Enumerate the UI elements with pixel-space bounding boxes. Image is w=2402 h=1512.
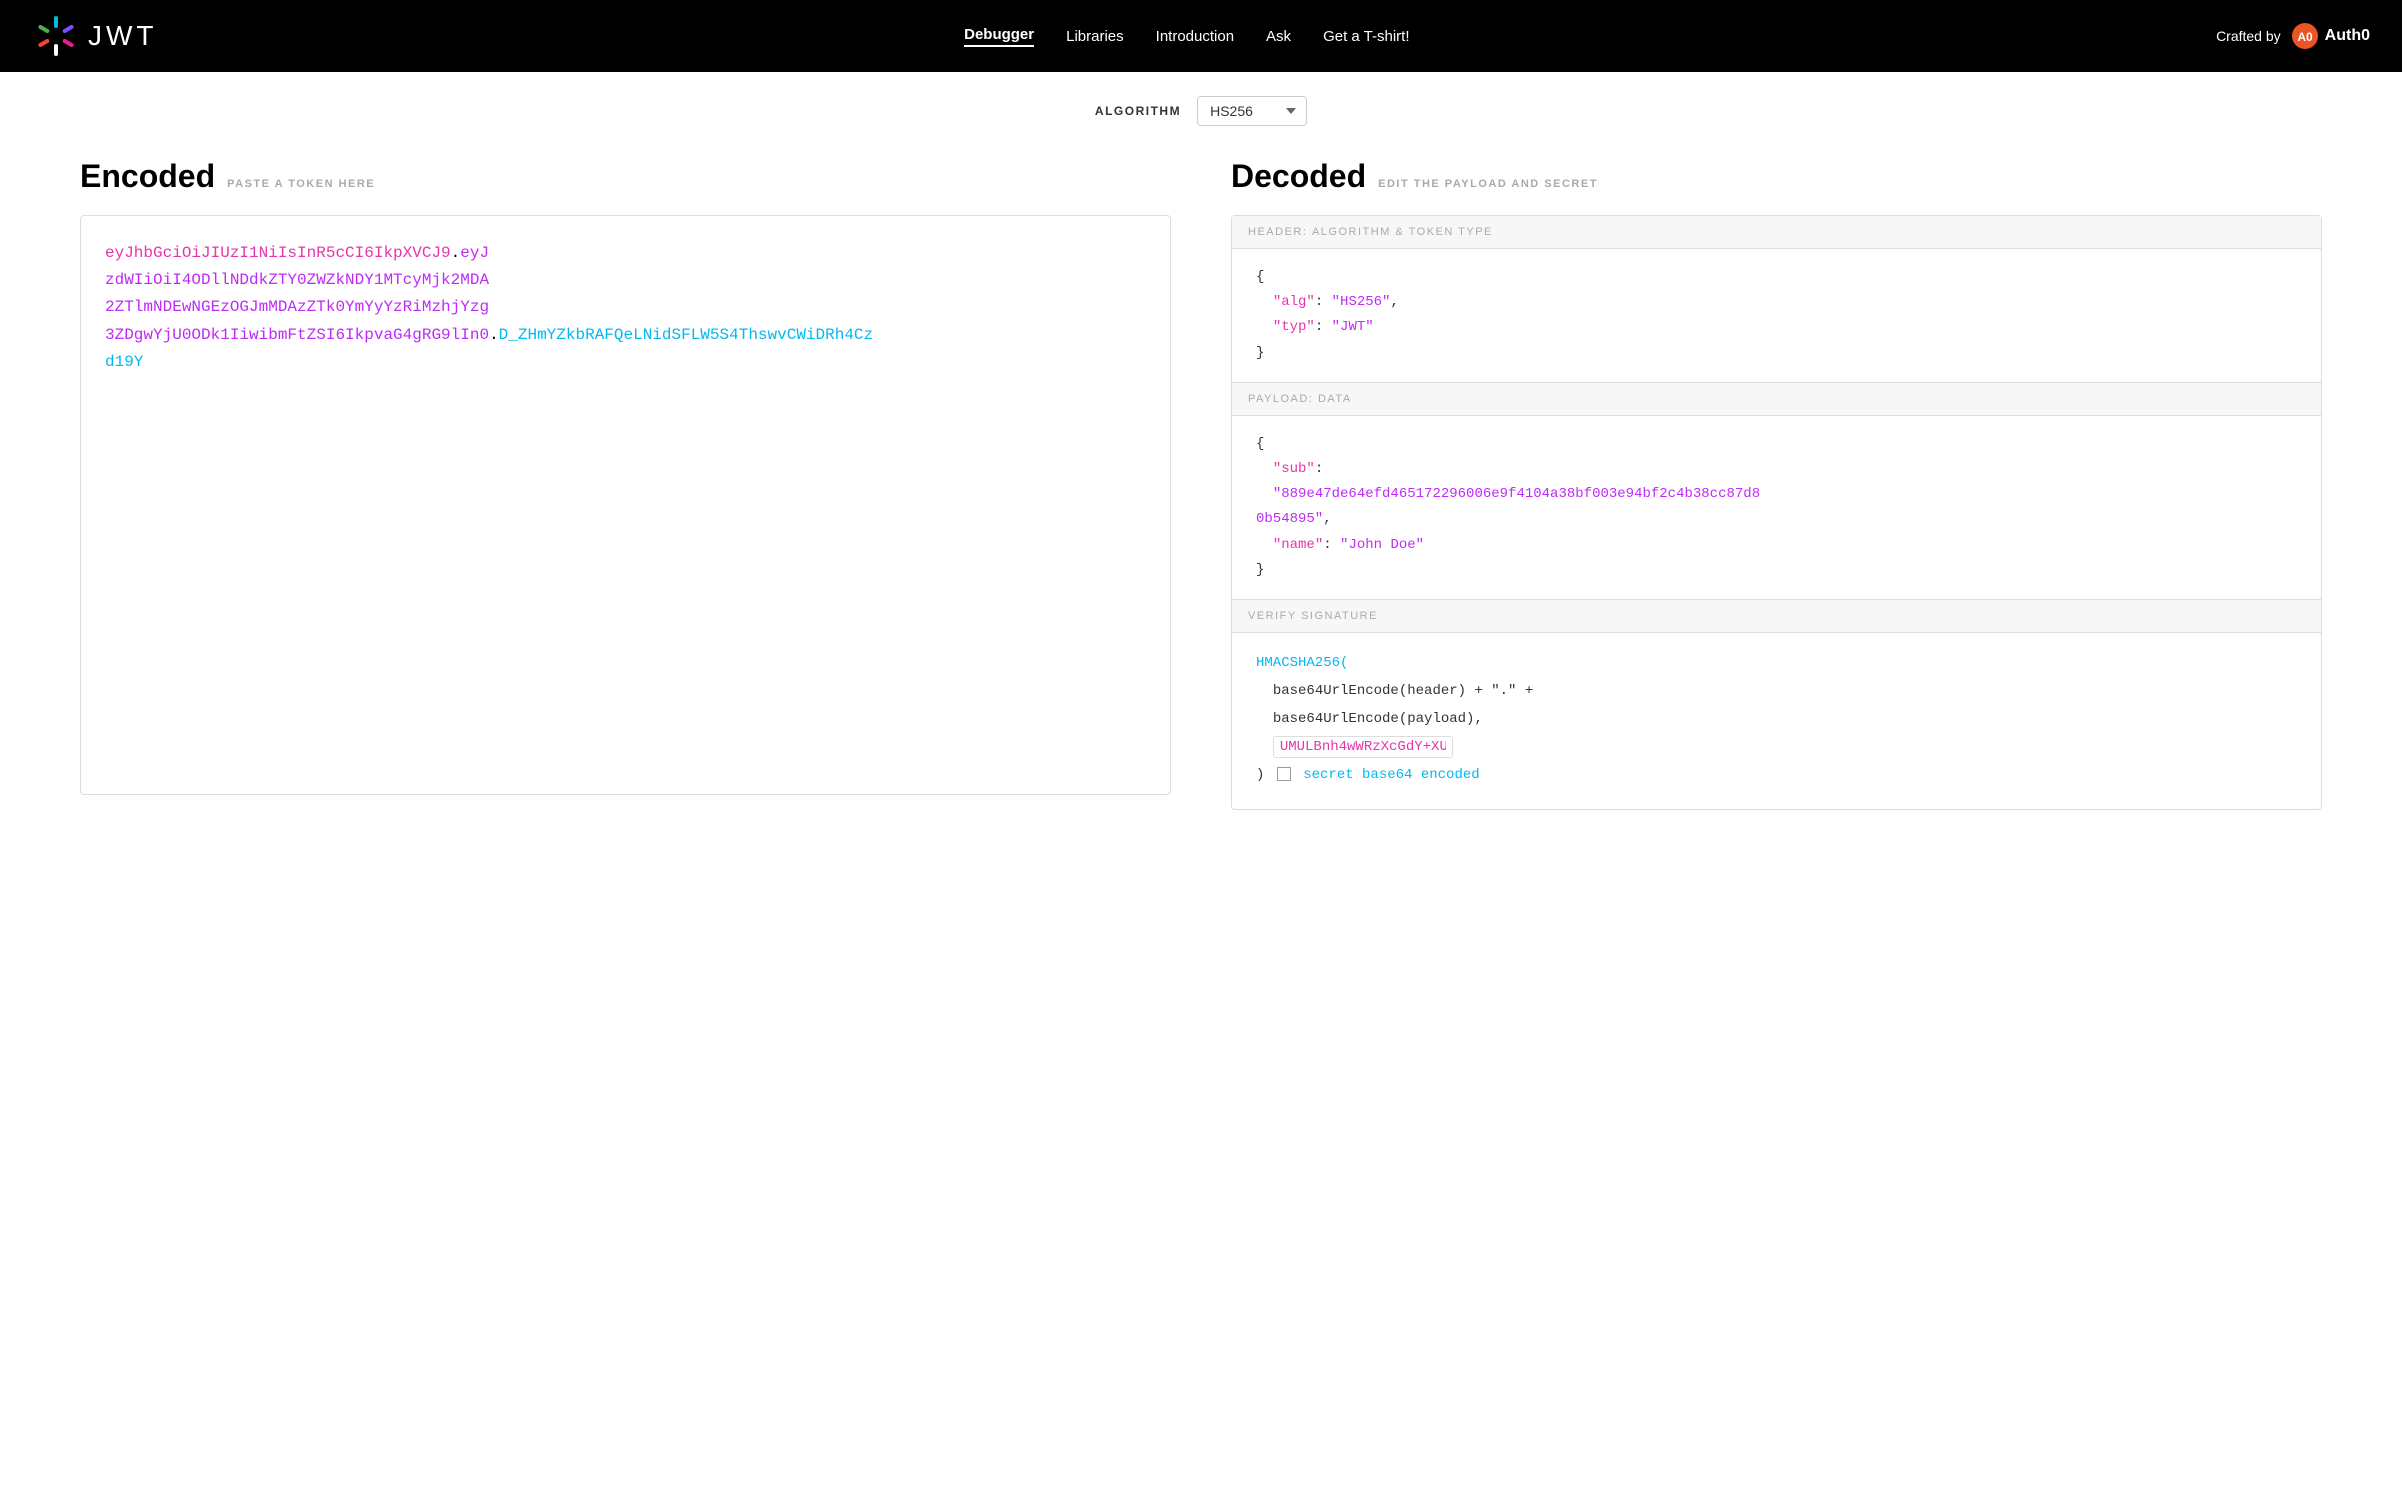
navbar: JWT Debugger Libraries Introduction Ask … [0, 0, 2402, 72]
encoded-token-box[interactable]: eyJhbGciOiJIUzI1NiIsInR5cCI6IkpXVCJ9.eyJ… [80, 215, 1171, 795]
decoded-panels: HEADER: ALGORITHM & TOKEN TYPE { "alg": … [1231, 215, 2322, 810]
sig-secret-line [1256, 733, 2297, 761]
base64-checkbox[interactable] [1277, 767, 1291, 781]
algorithm-bar: ALGORITHM HS256 HS384 HS512 RS256 RS384 … [0, 72, 2402, 142]
main-content: Encoded PASTE A TOKEN HERE eyJhbGciOiJIU… [0, 158, 2402, 810]
algorithm-label: ALGORITHM [1095, 104, 1181, 118]
encoded-section: Encoded PASTE A TOKEN HERE eyJhbGciOiJIU… [80, 158, 1211, 810]
sig-line2-text: base64UrlEncode(payload), [1273, 711, 1483, 727]
nav-ask[interactable]: Ask [1266, 28, 1291, 45]
sig-close-paren: ) [1256, 767, 1264, 783]
sig-close-line: ) secret base64 encoded [1256, 761, 2297, 789]
auth0-logo-icon: A0 [2291, 22, 2319, 50]
auth0-badge: A0 Auth0 [2291, 22, 2370, 50]
sig-secret-input[interactable] [1273, 736, 1453, 758]
encoded-heading: Encoded [80, 158, 215, 195]
nav-introduction[interactable]: Introduction [1156, 28, 1234, 45]
nav-debugger[interactable]: Debugger [964, 26, 1034, 47]
payload-panel-sublabel: DATA [1318, 393, 1352, 405]
verify-panel-label: VERIFY SIGNATURE [1232, 600, 2321, 633]
sig-function-name: HMACSHA256( [1256, 655, 1348, 671]
navbar-right: Crafted by A0 Auth0 [2216, 22, 2370, 50]
sig-line1: base64UrlEncode(header) + "." + [1256, 677, 2297, 705]
crafted-by-label: Crafted by [2216, 28, 2281, 44]
sig-line1-text: base64UrlEncode(header) + "." + [1273, 683, 1533, 699]
nav-libraries[interactable]: Libraries [1066, 28, 1124, 45]
verify-panel-body: HMACSHA256( base64UrlEncode(header) + ".… [1232, 633, 2321, 809]
decoded-subtitle: EDIT THE PAYLOAD AND SECRET [1378, 178, 1598, 190]
encoded-title: Encoded PASTE A TOKEN HERE [80, 158, 1171, 195]
decoded-title: Decoded EDIT THE PAYLOAD AND SECRET [1231, 158, 2322, 195]
nav-tshirt[interactable]: Get a T-shirt! [1323, 28, 1409, 45]
sig-secret-label: secret base64 encoded [1303, 767, 1479, 783]
payload-panel-body[interactable]: { "sub": "889e47de64efd465172296006e9f41… [1232, 416, 2321, 599]
header-panel-body[interactable]: { "alg": "HS256", "typ": "JWT" } [1232, 249, 2321, 382]
header-panel-sublabel: ALGORITHM & TOKEN TYPE [1312, 226, 1493, 238]
jwt-dot-2: . [489, 326, 499, 344]
sig-line2: base64UrlEncode(payload), [1256, 705, 2297, 733]
svg-text:A0: A0 [2297, 30, 2313, 44]
payload-panel-label: PAYLOAD: DATA [1232, 383, 2321, 416]
header-panel-label: HEADER: ALGORITHM & TOKEN TYPE [1232, 216, 2321, 249]
sig-fn-line: HMACSHA256( [1256, 649, 2297, 677]
header-panel: HEADER: ALGORITHM & TOKEN TYPE { "alg": … [1232, 216, 2321, 383]
encoded-subtitle: PASTE A TOKEN HERE [227, 178, 375, 190]
verify-signature-panel: VERIFY SIGNATURE HMACSHA256( base64UrlEn… [1232, 600, 2321, 809]
payload-panel: PAYLOAD: DATA { "sub": "889e47de64efd465… [1232, 383, 2321, 600]
navbar-nav: Debugger Libraries Introduction Ask Get … [964, 26, 1409, 47]
decoded-heading: Decoded [1231, 158, 1366, 195]
algorithm-select[interactable]: HS256 HS384 HS512 RS256 RS384 RS512 [1197, 96, 1307, 126]
jwt-dot-1: . [451, 244, 461, 262]
jwt-part1: eyJhbGciOiJIUzI1NiIsInR5cCI6IkpXVCJ9 [105, 244, 451, 262]
jwt-logo-icon [32, 12, 80, 60]
decoded-section: Decoded EDIT THE PAYLOAD AND SECRET HEAD… [1211, 158, 2322, 810]
navbar-logo-area: JWT [32, 12, 158, 60]
logo-text: JWT [88, 20, 158, 52]
auth0-label: Auth0 [2325, 27, 2370, 45]
